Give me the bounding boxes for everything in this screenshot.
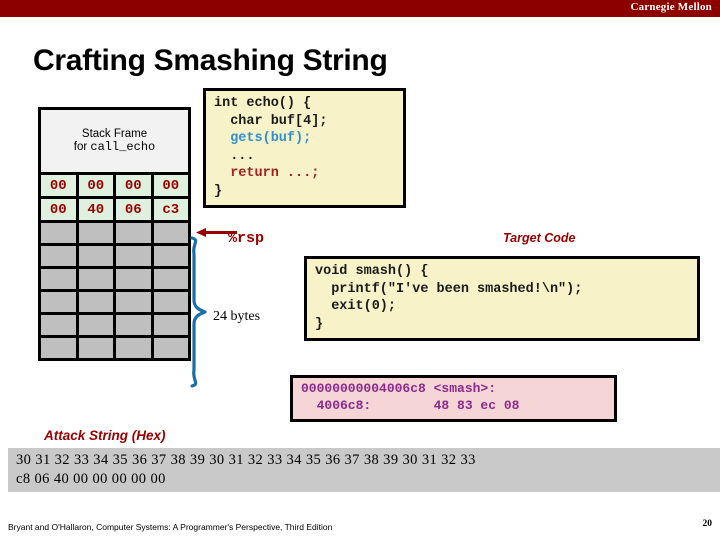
stack-empty-cell <box>150 220 191 246</box>
stack-hex-row: 00 40 06 c3 <box>38 196 191 223</box>
stack-table: Stack Frame for call_echo 00 00 00 00 00 40 06 c3 <box>38 107 191 361</box>
stack-empty-cell <box>113 266 154 292</box>
code-line: printf("I've been smashed!\n"); <box>315 281 583 297</box>
stack-empty-cell <box>113 289 154 315</box>
stack-empty-row <box>38 289 191 315</box>
stack-empty-cell <box>150 266 191 292</box>
stack-empty-cell <box>113 243 154 269</box>
stack-diagram: Stack Frame for call_echo 00 00 00 00 00 40 06 c3 <box>38 107 191 361</box>
slide-root: Carnegie Mellon Crafting Smashing String… <box>0 0 720 540</box>
page-title: Crafting Smashing String <box>33 44 388 77</box>
footer-citation: Bryant and O'Hallaron, Computer Systems:… <box>8 522 333 532</box>
code-line: char buf[4]; <box>214 113 328 129</box>
stack-empty-cell <box>38 312 79 338</box>
institution-label: Carnegie Mellon <box>630 1 712 13</box>
stack-hex-row: 00 00 00 00 <box>38 172 191 199</box>
disassembly-symbol-line: 00000000004006c8 <smash>: <box>301 381 497 396</box>
stack-hex-cell: 00 <box>75 172 116 199</box>
stack-empty-cell <box>75 289 116 315</box>
stack-empty-row <box>38 220 191 246</box>
top-banner: Carnegie Mellon <box>0 0 720 17</box>
disassembly-bytes-line: 4006c8: 48 83 ec 08 <box>301 397 520 413</box>
target-code-box: void smash() { printf("I've been smashed… <box>304 256 700 342</box>
stack-empty-cell <box>113 312 154 338</box>
byte-range-brace-icon <box>190 236 207 388</box>
stack-empty-cell <box>75 335 116 361</box>
stack-empty-cell <box>150 312 191 338</box>
target-code-caption: Target Code <box>503 231 576 245</box>
stack-frame-header-line2: for call_echo <box>73 139 156 154</box>
stack-empty-cell <box>75 220 116 246</box>
stack-hex-cell: 00 <box>150 172 191 199</box>
attack-string-caption: Attack String (Hex) <box>44 428 166 443</box>
rsp-label: %rsp <box>228 230 265 247</box>
code-line: } <box>315 316 324 332</box>
code-line: void smash() { <box>315 264 429 279</box>
stack-empty-cell <box>113 335 154 361</box>
stack-hex-cell: 06 <box>113 196 154 223</box>
disassembly-box: 00000000004006c8 <smash>: 4006c8: 48 83 … <box>290 375 617 422</box>
stack-empty-cell <box>150 243 191 269</box>
stack-hex-cell: 00 <box>113 172 154 199</box>
stack-hex-cell: 00 <box>38 196 79 223</box>
stack-empty-row <box>38 312 191 338</box>
bytes-label: 24 bytes <box>213 309 261 324</box>
stack-empty-cell <box>38 243 79 269</box>
attack-string-row-1: 30 31 32 33 34 35 36 37 38 39 30 31 32 3… <box>16 452 476 468</box>
stack-empty-cell <box>75 312 116 338</box>
stack-frame-header-cell: Stack Frame for call_echo <box>38 107 191 175</box>
stack-empty-cell <box>38 266 79 292</box>
stack-empty-row <box>38 243 191 269</box>
stack-empty-cell <box>38 335 79 361</box>
echo-code-box: int echo() { char buf[4]; gets(buf); ...… <box>203 88 406 209</box>
code-line: return ...; <box>214 166 320 182</box>
stack-hex-cell: c3 <box>150 196 191 223</box>
code-line: exit(0); <box>315 299 397 315</box>
stack-empty-row <box>38 335 191 361</box>
stack-hex-cell: 40 <box>75 196 116 223</box>
attack-string-band: 30 31 32 33 34 35 36 37 38 39 30 31 32 3… <box>8 448 720 492</box>
stack-empty-cell <box>75 243 116 269</box>
stack-frame-function-name: call_echo <box>90 139 156 154</box>
attack-string-row-2: c8 06 40 00 00 00 00 00 <box>16 471 166 487</box>
page-number: 20 <box>702 519 713 529</box>
stack-empty-cell <box>150 335 191 361</box>
code-line: } <box>214 183 223 199</box>
code-line: int echo() { <box>214 96 312 111</box>
stack-empty-cell <box>75 266 116 292</box>
code-line: ... <box>214 148 255 164</box>
stack-empty-cell <box>38 220 79 246</box>
stack-frame-header-row: Stack Frame for call_echo <box>38 107 191 175</box>
stack-empty-cell <box>150 289 191 315</box>
stack-empty-row <box>38 266 191 292</box>
stack-hex-cell: 00 <box>38 172 79 199</box>
code-line: gets(buf); <box>214 131 312 147</box>
stack-empty-cell <box>38 289 79 315</box>
stack-empty-cell <box>113 220 154 246</box>
